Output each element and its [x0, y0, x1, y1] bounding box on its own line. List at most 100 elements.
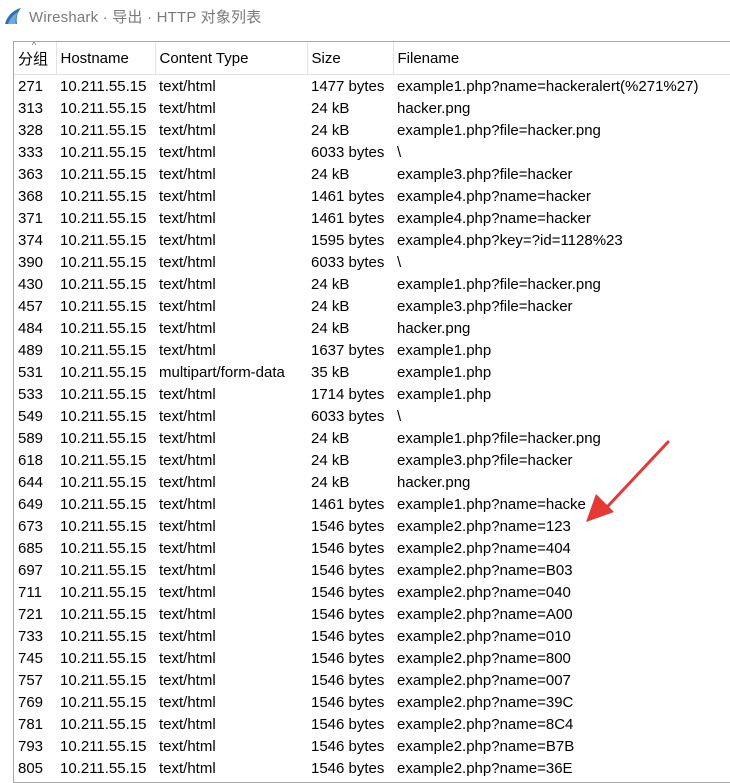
table-row[interactable]: 745 10.211.55.15 text/html 1546 bytes exampl… [14, 647, 730, 669]
table-row[interactable]: 371 10.211.55.15 text/html 1461 bytes exampl… [14, 207, 730, 229]
cell-content-type: text/html [159, 297, 216, 315]
table-row[interactable]: 363 10.211.55.15 text/html 24 kB example3.ph… [14, 163, 730, 185]
cell-size: 24 kB [311, 429, 350, 447]
cell-hostname: 10.211.55.15 [60, 495, 147, 513]
cell-content-type: text/html [159, 605, 216, 623]
table-row[interactable]: 769 10.211.55.15 text/html 1546 bytes exampl… [14, 691, 730, 713]
table-row[interactable]: 390 10.211.55.15 text/html 6033 bytes \ [14, 251, 730, 273]
cell-size: 24 kB [311, 473, 350, 491]
column-header-size[interactable]: Size [307, 42, 394, 75]
cell-packet: 368 [18, 187, 44, 205]
cell-packet: 745 [18, 649, 44, 667]
cell-content-type: text/html [159, 143, 216, 161]
cell-filename: example2.php?name=39C [397, 693, 574, 711]
table-row[interactable]: 649 10.211.55.15 text/html 1461 bytes exampl… [14, 493, 730, 515]
cell-packet: 390 [18, 253, 44, 271]
cell-packet: 371 [18, 209, 44, 227]
cell-packet: 711 [18, 583, 42, 601]
cell-size: 1461 bytes [311, 495, 385, 513]
cell-filename: example2.php?name=B7B [397, 737, 575, 755]
table-row[interactable]: 333 10.211.55.15 text/html 6033 bytes \ [14, 141, 730, 163]
table-row[interactable]: 484 10.211.55.15 text/html 24 kB hacker.png [14, 317, 730, 339]
cell-content-type: text/html [159, 649, 216, 667]
column-header-hostname[interactable]: Hostname [56, 42, 156, 75]
cell-packet: 781 [18, 715, 44, 733]
table-row[interactable]: 549 10.211.55.15 text/html 6033 bytes \ [14, 405, 730, 427]
cell-content-type: text/html [159, 385, 216, 403]
table-row[interactable]: 430 10.211.55.15 text/html 24 kB example1.ph… [14, 273, 730, 295]
table-row[interactable]: 374 10.211.55.15 text/html 1595 bytes exampl… [14, 229, 730, 251]
table-row[interactable]: 697 10.211.55.15 text/html 1546 bytes exampl… [14, 559, 730, 581]
cell-packet: 533 [18, 385, 44, 403]
cell-hostname: 10.211.55.15 [60, 363, 147, 381]
cell-filename: example1.php?file=hacker.png [397, 429, 601, 447]
table-row[interactable]: 457 10.211.55.15 text/html 24 kB example3.ph… [14, 295, 730, 317]
cell-hostname: 10.211.55.15 [60, 561, 147, 579]
column-header-content-type[interactable]: Content Type [155, 42, 308, 75]
cell-content-type: text/html [159, 209, 216, 227]
table-row[interactable]: 531 10.211.55.15 multipart/form-data 35 kB e… [14, 361, 730, 383]
table-row[interactable]: 271 10.211.55.15 text/html 1477 bytes exampl… [14, 75, 730, 98]
table-row[interactable]: 733 10.211.55.15 text/html 1546 bytes exampl… [14, 625, 730, 647]
cell-size: 24 kB [311, 121, 350, 139]
cell-hostname: 10.211.55.15 [60, 187, 147, 205]
table-row[interactable]: 721 10.211.55.15 text/html 1546 bytes exampl… [14, 603, 730, 625]
cell-filename: example2.php?name=8C4 [397, 715, 574, 733]
table-row[interactable]: 644 10.211.55.15 text/html 24 kB hacker.png [14, 471, 730, 493]
table-row[interactable]: 533 10.211.55.15 text/html 1714 bytes exampl… [14, 383, 730, 405]
cell-size: 24 kB [311, 451, 350, 469]
cell-size: 1477 bytes [311, 77, 385, 95]
cell-size: 6033 bytes [311, 253, 385, 271]
cell-content-type: text/html [159, 737, 216, 755]
table-row[interactable]: 673 10.211.55.15 text/html 1546 bytes exampl… [14, 515, 730, 537]
cell-hostname: 10.211.55.15 [60, 759, 147, 777]
cell-size: 1546 bytes [311, 671, 385, 689]
cell-size: 24 kB [311, 319, 350, 337]
cell-packet: 697 [18, 561, 44, 579]
table-row[interactable]: 711 10.211.55.15 text/html 1546 bytes exampl… [14, 581, 730, 603]
cell-size: 1546 bytes [311, 715, 385, 733]
cell-hostname: 10.211.55.15 [60, 671, 147, 689]
table-row[interactable]: 781 10.211.55.15 text/html 1546 bytes exampl… [14, 713, 730, 735]
cell-content-type: text/html [159, 341, 216, 359]
cell-content-type: text/html [159, 473, 216, 491]
cell-content-type: text/html [159, 759, 216, 777]
column-header-packet[interactable]: ^ 分组 [14, 41, 57, 75]
cell-packet: 793 [18, 737, 44, 755]
http-objects-table[interactable]: ^ 分组 Hostname Content Type Size Filename… [13, 41, 730, 783]
cell-packet: 457 [18, 297, 44, 315]
cell-hostname: 10.211.55.15 [60, 715, 147, 733]
cell-size: 24 kB [311, 165, 350, 183]
cell-size: 1546 bytes [311, 649, 385, 667]
cell-hostname: 10.211.55.15 [60, 517, 147, 535]
cell-filename: example2.php?name=040 [397, 583, 571, 601]
table-row[interactable]: 328 10.211.55.15 text/html 24 kB example1.ph… [14, 119, 730, 141]
table-row[interactable]: 793 10.211.55.15 text/html 1546 bytes exampl… [14, 735, 730, 757]
table-row[interactable]: 313 10.211.55.15 text/html 24 kB hacker.png [14, 97, 730, 119]
sort-ascending-icon: ^ [32, 41, 37, 50]
cell-hostname: 10.211.55.15 [60, 407, 147, 425]
table-row[interactable]: 489 10.211.55.15 text/html 1637 bytes exampl… [14, 339, 730, 361]
cell-filename: example4.php?name=hacker [397, 187, 591, 205]
cell-content-type: text/html [159, 165, 216, 183]
cell-content-type: text/html [159, 231, 216, 249]
table-row[interactable]: 589 10.211.55.15 text/html 24 kB example1.ph… [14, 427, 730, 449]
cell-hostname: 10.211.55.15 [60, 341, 147, 359]
cell-content-type: text/html [159, 539, 216, 557]
cell-content-type: text/html [159, 693, 216, 711]
cell-hostname: 10.211.55.15 [60, 297, 147, 315]
cell-size: 24 kB [311, 297, 350, 315]
cell-filename: example2.php?name=010 [397, 627, 571, 645]
table-row[interactable]: 368 10.211.55.15 text/html 1461 bytes exampl… [14, 185, 730, 207]
cell-content-type: text/html [159, 451, 216, 469]
cell-content-type: text/html [159, 121, 216, 139]
table-row[interactable]: 618 10.211.55.15 text/html 24 kB example3.ph… [14, 449, 730, 471]
column-header-filename[interactable]: Filename [393, 42, 730, 75]
table-row[interactable]: 757 10.211.55.15 text/html 1546 bytes exampl… [14, 669, 730, 691]
cell-hostname: 10.211.55.15 [60, 165, 147, 183]
table-row[interactable]: 685 10.211.55.15 text/html 1546 bytes exampl… [14, 537, 730, 559]
cell-size: 1546 bytes [311, 539, 385, 557]
cell-size: 1546 bytes [311, 737, 385, 755]
cell-hostname: 10.211.55.15 [60, 473, 147, 491]
table-row[interactable]: 805 10.211.55.15 text/html 1546 bytes exampl… [14, 757, 730, 779]
